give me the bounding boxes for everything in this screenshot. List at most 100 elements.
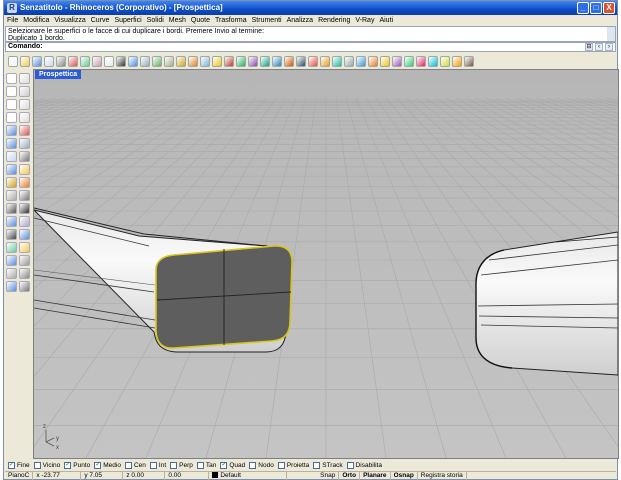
- menu-visualizza[interactable]: Visualizza: [54, 17, 85, 24]
- osnap-option-perp[interactable]: Perp: [170, 462, 193, 469]
- toolbar-tool-icon[interactable]: [272, 55, 282, 67]
- left-tool-icon[interactable]: [19, 138, 30, 149]
- menu-analizza[interactable]: Analizza: [287, 17, 313, 24]
- osnap-checkbox[interactable]: ✓: [94, 462, 102, 469]
- left-tool-icon[interactable]: [19, 229, 30, 240]
- toolbar-tool-icon[interactable]: [332, 55, 342, 67]
- osnap-checkbox[interactable]: [33, 462, 41, 469]
- left-tool-icon[interactable]: [19, 281, 30, 292]
- left-tool-icon[interactable]: [19, 216, 30, 227]
- status-osnap[interactable]: Osnap: [391, 471, 418, 480]
- viewport-title[interactable]: Prospettica: [35, 70, 82, 79]
- left-tool-icon[interactable]: [6, 177, 17, 188]
- left-tool-icon[interactable]: [6, 255, 17, 266]
- left-tool-icon[interactable]: [19, 268, 30, 279]
- left-tool-icon[interactable]: [6, 216, 17, 227]
- toolbar-tool-icon[interactable]: [224, 55, 234, 67]
- recent-commands-icon[interactable]: ⊟: [585, 43, 593, 51]
- osnap-option-fine[interactable]: ✓ Fine: [8, 462, 30, 469]
- left-tool-icon[interactable]: [19, 177, 30, 188]
- osnap-option-disabilita[interactable]: Disabilita: [346, 462, 382, 469]
- command-input[interactable]: [42, 43, 582, 51]
- toolbar-tool-icon[interactable]: [44, 55, 54, 67]
- osnap-checkbox[interactable]: [149, 462, 157, 469]
- left-tool-icon[interactable]: [6, 125, 17, 136]
- status-snap[interactable]: Snap: [287, 471, 340, 480]
- left-tool-icon[interactable]: [19, 151, 30, 162]
- left-tool-icon[interactable]: [19, 86, 30, 97]
- minimize-button[interactable]: _: [577, 2, 589, 14]
- toolbar-tool-icon[interactable]: [452, 55, 462, 67]
- toolbar-tool-icon[interactable]: [320, 55, 330, 67]
- status-cplane[interactable]: PianoC: [5, 471, 34, 480]
- toolbar-tool-icon[interactable]: [212, 55, 222, 67]
- scroll-right-icon[interactable]: ›: [605, 43, 613, 51]
- toolbar-tool-icon[interactable]: [32, 55, 42, 67]
- toolbar-tool-icon[interactable]: [116, 55, 126, 67]
- close-button[interactable]: X: [603, 2, 615, 14]
- left-tool-icon[interactable]: [6, 73, 17, 84]
- menu-aiuti[interactable]: Aiuti: [379, 17, 393, 24]
- toolbar-tool-icon[interactable]: [92, 55, 102, 67]
- toolbar-tool-icon[interactable]: [188, 55, 198, 67]
- left-tool-icon[interactable]: [19, 125, 30, 136]
- toolbar-tool-icon[interactable]: [308, 55, 318, 67]
- toolbar-tool-icon[interactable]: [440, 55, 450, 67]
- left-tool-icon[interactable]: [19, 99, 30, 110]
- history-scrollbar[interactable]: [607, 27, 615, 41]
- menu-quote[interactable]: Quote: [191, 17, 210, 24]
- menu-file[interactable]: File: [7, 17, 18, 24]
- toolbar-tool-icon[interactable]: [176, 55, 186, 67]
- osnap-option-nodo[interactable]: Nodo: [249, 462, 274, 469]
- toolbar-tool-icon[interactable]: [416, 55, 426, 67]
- left-tool-icon[interactable]: [6, 112, 17, 123]
- osnap-option-int[interactable]: Int: [149, 462, 166, 469]
- menu-mesh[interactable]: Mesh: [169, 17, 186, 24]
- maximize-button[interactable]: □: [590, 2, 602, 14]
- osnap-checkbox[interactable]: [196, 462, 204, 469]
- osnap-option-medio[interactable]: ✓ Medio: [94, 462, 121, 469]
- left-tool-icon[interactable]: [19, 190, 30, 201]
- left-tool-icon[interactable]: [6, 151, 17, 162]
- menu-rendering[interactable]: Rendering: [318, 17, 350, 24]
- osnap-option-cen[interactable]: Cen: [124, 462, 146, 469]
- osnap-checkbox[interactable]: [346, 462, 354, 469]
- left-tool-icon[interactable]: [19, 255, 30, 266]
- toolbar-tool-icon[interactable]: [380, 55, 390, 67]
- toolbar-tool-icon[interactable]: [236, 55, 246, 67]
- osnap-checkbox[interactable]: ✓: [64, 462, 72, 469]
- osnap-option-vicino[interactable]: Vicino: [33, 462, 60, 469]
- osnap-option-punto[interactable]: ✓ Punto: [64, 462, 90, 469]
- menu-vray[interactable]: V-Ray: [355, 17, 374, 24]
- left-tool-icon[interactable]: [6, 203, 17, 214]
- toolbar-tool-icon[interactable]: [464, 55, 474, 67]
- osnap-checkbox[interactable]: [249, 462, 257, 469]
- left-tool-icon[interactable]: [6, 138, 17, 149]
- toolbar-tool-icon[interactable]: [128, 55, 138, 67]
- osnap-checkbox[interactable]: [170, 462, 178, 469]
- osnap-option-proietta[interactable]: Proietta: [277, 462, 309, 469]
- left-tool-icon[interactable]: [19, 203, 30, 214]
- menu-trasforma[interactable]: Trasforma: [215, 17, 247, 24]
- left-tool-icon[interactable]: [6, 190, 17, 201]
- toolbar-tool-icon[interactable]: [152, 55, 162, 67]
- left-tool-icon[interactable]: [6, 229, 17, 240]
- osnap-checkbox[interactable]: [124, 462, 132, 469]
- left-tool-icon[interactable]: [19, 164, 30, 175]
- left-tool-icon[interactable]: [19, 112, 30, 123]
- toolbar-tool-icon[interactable]: [164, 55, 174, 67]
- toolbar-tool-icon[interactable]: [344, 55, 354, 67]
- toolbar-tool-icon[interactable]: [404, 55, 414, 67]
- toolbar-tool-icon[interactable]: [296, 55, 306, 67]
- menu-curve[interactable]: Curve: [91, 17, 110, 24]
- osnap-checkbox[interactable]: ✓: [8, 462, 15, 469]
- osnap-checkbox[interactable]: [313, 462, 321, 469]
- toolbar-tool-icon[interactable]: [368, 55, 378, 67]
- scroll-left-icon[interactable]: ‹: [595, 43, 603, 51]
- toolbar-tool-icon[interactable]: [356, 55, 366, 67]
- toolbar-tool-icon[interactable]: [284, 55, 294, 67]
- osnap-checkbox[interactable]: ✓: [220, 462, 228, 469]
- toolbar-tool-icon[interactable]: [428, 55, 438, 67]
- osnap-option-quad[interactable]: ✓ Quad: [220, 462, 245, 469]
- left-tool-icon[interactable]: [6, 99, 17, 110]
